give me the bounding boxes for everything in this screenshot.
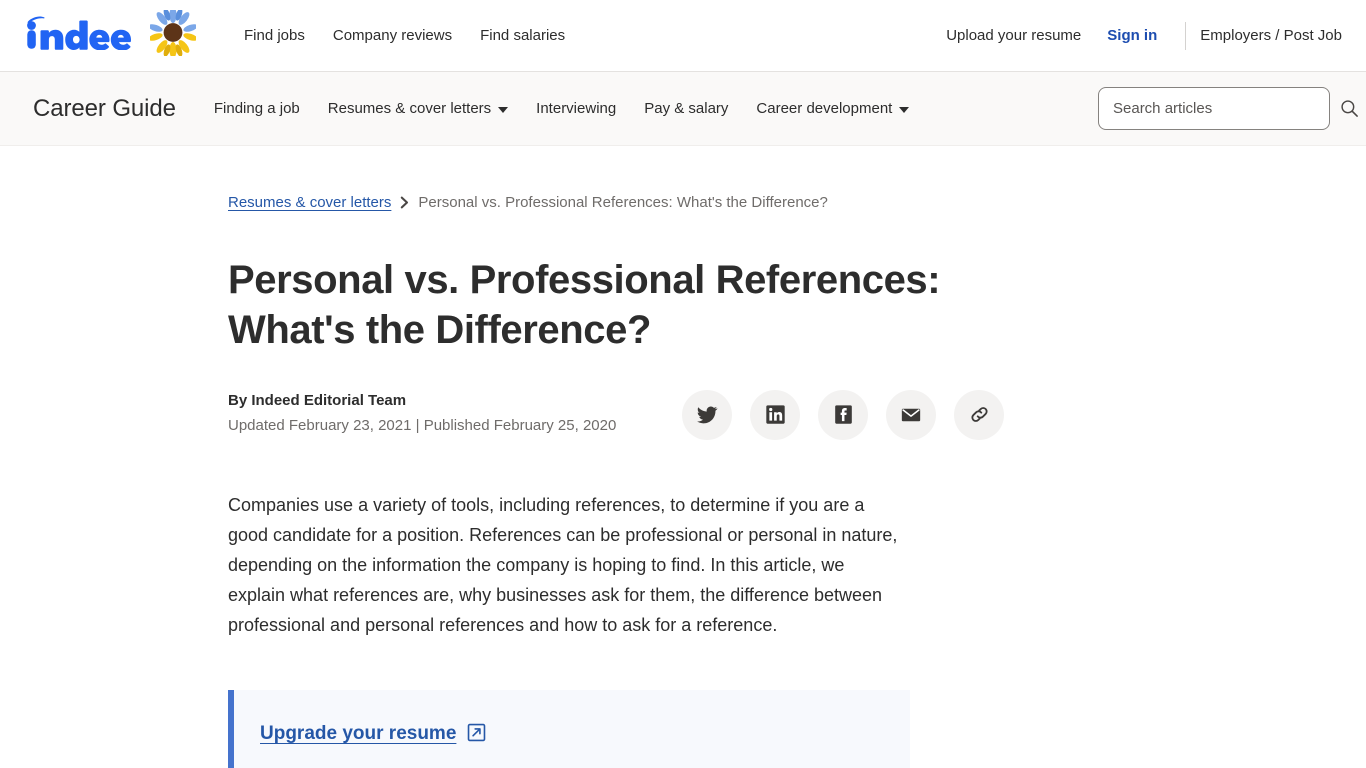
upgrade-resume-link[interactable]: Upgrade your resume [260, 722, 486, 747]
byline-author: By Indeed Editorial Team [228, 391, 407, 409]
article-intro-paragraph: Companies use a variety of tools, includ… [228, 494, 898, 635]
share-email-button[interactable] [886, 389, 937, 440]
nav-find-salaries[interactable]: Find salaries [466, 21, 579, 50]
sunflower-icon [148, 7, 198, 61]
tab-finding-a-job[interactable]: Finding a job [200, 92, 314, 125]
chevron-right-glyph [401, 196, 409, 209]
search-button[interactable] [1338, 98, 1360, 120]
sunflower-graphic [148, 7, 198, 58]
external-link-glyph [468, 723, 486, 742]
brand-group [22, 7, 198, 61]
search-area [1098, 87, 1366, 130]
upload-resume-link[interactable]: Upload your resume [934, 21, 1093, 50]
byline: By Indeed Editorial Team Updated Februar… [228, 390, 616, 434]
article-content-column: Resumes & cover letters Personal vs. Pro… [0, 146, 1366, 768]
tab-label: Interviewing [536, 100, 617, 117]
search-input[interactable] [1098, 87, 1330, 130]
share-link-button[interactable] [954, 389, 1005, 440]
tab-label: Resumes & cover letters [327, 100, 492, 117]
chevron-down-icon [899, 106, 910, 113]
nav-company-reviews[interactable]: Company reviews [319, 21, 466, 50]
share-twitter-button[interactable] [682, 389, 733, 440]
chevron-right-icon [400, 196, 409, 209]
share-buttons [682, 389, 1005, 440]
upgrade-resume-label: Upgrade your resume [260, 723, 457, 745]
byline-dates: Updated February 23, 2021 | Published Fe… [228, 416, 617, 434]
indeed-logo[interactable] [22, 16, 134, 55]
breadcrumb-current: Personal vs. Professional References: Wh… [418, 194, 828, 211]
career-guide-title[interactable]: Career Guide [33, 95, 176, 123]
tab-resumes-cover-letters[interactable]: Resumes & cover letters [314, 92, 522, 125]
global-nav-right: Upload your resume Sign in Employers / P… [934, 21, 1342, 50]
chevron-down-icon [498, 106, 509, 113]
linkedin-icon [766, 405, 785, 424]
indeed-logo-icon [27, 16, 131, 51]
breadcrumb-parent-link[interactable]: Resumes & cover letters [228, 194, 391, 211]
twitter-icon [697, 406, 718, 424]
share-linkedin-button[interactable] [750, 389, 801, 440]
tab-label: Finding a job [213, 100, 300, 117]
global-nav-links: Find jobs Company reviews Find salaries [230, 21, 579, 50]
tab-pay-salary[interactable]: Pay & salary [630, 92, 742, 125]
upgrade-resume-callout: Upgrade your resume [228, 689, 910, 768]
breadcrumb: Resumes & cover letters Personal vs. Pro… [228, 194, 1366, 211]
tab-label: Pay & salary [644, 100, 729, 117]
sign-in-link[interactable]: Sign in [1093, 21, 1171, 50]
global-header: Find jobs Company reviews Find salaries … [0, 0, 1366, 72]
external-link-icon [467, 723, 486, 748]
career-guide-nav: Career Guide Finding a job Resumes & cov… [0, 72, 1366, 146]
page-title: Personal vs. Professional References: Wh… [228, 258, 941, 353]
link-icon [971, 407, 988, 423]
career-guide-links: Finding a job Resumes & cover letters In… [200, 92, 923, 125]
byline-row: By Indeed Editorial Team Updated Februar… [228, 389, 1366, 440]
tab-career-development[interactable]: Career development [742, 92, 923, 125]
article-page: Resumes & cover letters Personal vs. Pro… [0, 146, 1366, 768]
share-facebook-button[interactable] [818, 389, 869, 440]
nav-divider [1185, 21, 1187, 50]
tab-interviewing[interactable]: Interviewing [522, 92, 630, 125]
facebook-icon [835, 405, 852, 424]
employers-post-job-link[interactable]: Employers / Post Job [1200, 27, 1342, 44]
tab-label: Career development [756, 100, 893, 117]
nav-find-jobs[interactable]: Find jobs [230, 21, 319, 50]
email-icon [902, 408, 921, 422]
search-icon [1340, 100, 1358, 117]
